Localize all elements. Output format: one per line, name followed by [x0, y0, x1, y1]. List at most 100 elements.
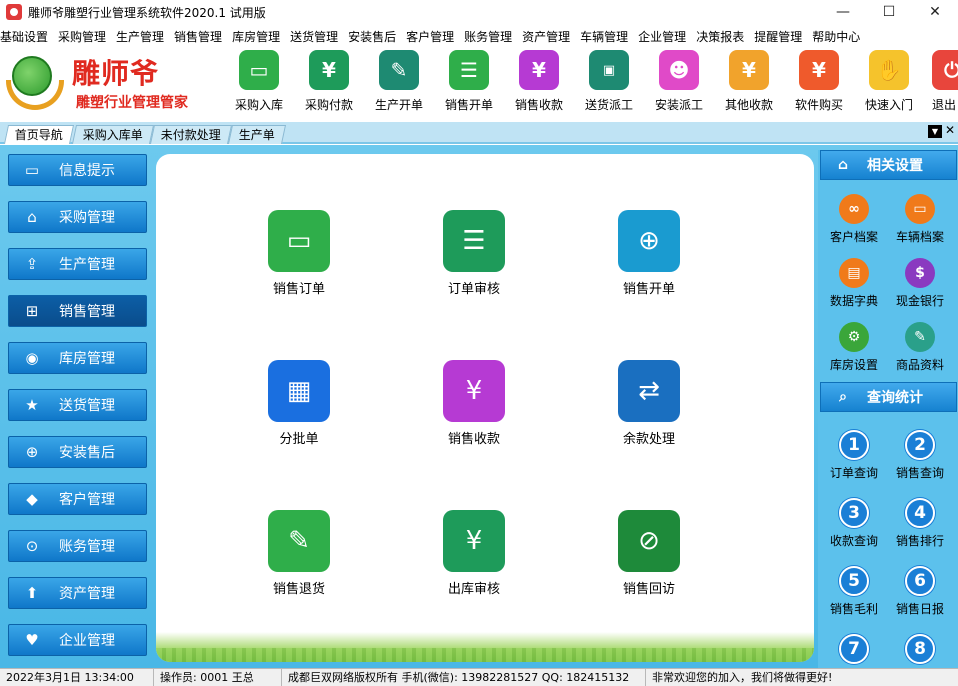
item-sales-followup[interactable]: ⊘ 销售回访 — [599, 510, 699, 597]
tab-home-navigation[interactable]: 首页导航 — [3, 125, 75, 144]
nav-sales[interactable]: ⊞ 销售管理 — [8, 295, 147, 327]
nav-label: 资产管理 — [59, 586, 115, 602]
menu-reminders[interactable]: 提醒管理 — [754, 28, 802, 45]
tag-icon: ◆ — [26, 490, 38, 508]
nav-purchase[interactable]: ⌂ 采购管理 — [8, 201, 147, 233]
tab-close-icon[interactable]: ✕ — [944, 124, 956, 137]
nav-accounts[interactable]: ⊙ 账务管理 — [8, 530, 147, 562]
menu-vehicles[interactable]: 车辆管理 — [580, 28, 628, 45]
toolbar-quick-start[interactable]: ✋ 快速入门 — [854, 50, 924, 116]
toolbar-purchase-payment[interactable]: ¥ 采购付款 — [294, 50, 364, 116]
toolbar-exit[interactable]: ⏻ 退出 — [918, 50, 958, 116]
tab-purchase-in-order[interactable]: 采购入库单 — [71, 125, 155, 144]
menu-installation[interactable]: 安装售后 — [348, 28, 396, 45]
menu-delivery[interactable]: 送货管理 — [290, 28, 338, 45]
item-sales-order[interactable]: ▭ 销售订单 — [249, 210, 349, 297]
grass-decoration — [156, 632, 814, 662]
menu-assets[interactable]: 资产管理 — [522, 28, 570, 45]
status-copyright: 成都巨双网络版权所有 手机(微信): 13982281527 QQ: 18241… — [282, 668, 646, 686]
toolbar-other-receipt[interactable]: ¥ 其他收款 — [714, 50, 784, 116]
clipboard-pen-icon: ✎ — [379, 50, 419, 90]
menu-reports[interactable]: 决策报表 — [696, 28, 744, 45]
number-6-icon: 6 — [905, 566, 935, 596]
setting-cash-bank[interactable]: $ 现金银行 — [888, 258, 952, 309]
nav-label: 送货管理 — [59, 398, 115, 414]
stat-label: 订单查询 — [829, 466, 878, 480]
stat-gross-profit[interactable]: 5 销售毛利 — [822, 566, 886, 617]
toolbar-sales-order[interactable]: ☰ 销售开单 — [434, 50, 504, 116]
menu-purchase[interactable]: 采购管理 — [58, 28, 106, 45]
menu-basic-settings[interactable]: 基础设置 — [0, 28, 48, 45]
item-order-review[interactable]: ☰ 订单审核 — [424, 210, 524, 297]
menu-accounts[interactable]: 账务管理 — [464, 28, 512, 45]
toolbar-buy-software[interactable]: ¥ 软件购买 — [784, 50, 854, 116]
tab-production-order[interactable]: 生产单 — [227, 125, 287, 144]
stat-item-8[interactable]: 8 — [888, 634, 952, 664]
nav-info[interactable]: ▭ 信息提示 — [8, 154, 147, 186]
home-navigation-panel: ▭ 销售订单 ☰ 订单审核 ⊕ 销售开单 ▦ 分批单 ¥ 销售收款 ⇄ 余款处理… — [156, 154, 814, 662]
nav-delivery[interactable]: ★ 送货管理 — [8, 389, 147, 421]
menu-enterprise[interactable]: 企业管理 — [638, 28, 686, 45]
window-controls: — ☐ ✕ — [820, 0, 958, 24]
tab-label: 生产单 — [238, 128, 275, 142]
minimize-button[interactable]: — — [820, 0, 866, 24]
toolbar-production-order[interactable]: ✎ 生产开单 — [364, 50, 434, 116]
status-message: 非常欢迎您的加入，我们将做得更好! — [652, 670, 833, 684]
receipt-yen-icon: ¥ — [443, 360, 505, 422]
stat-item-7[interactable]: 7 — [822, 634, 886, 664]
item-batch-order[interactable]: ▦ 分批单 — [249, 360, 349, 447]
setting-product-info[interactable]: ✎ 商品资料 — [888, 322, 952, 373]
nav-production[interactable]: ⇪ 生产管理 — [8, 248, 147, 280]
nav-customer[interactable]: ◆ 客户管理 — [8, 483, 147, 515]
stat-daily-report[interactable]: 6 销售日报 — [888, 566, 952, 617]
number-8-icon: 8 — [905, 634, 935, 664]
right-panel: ⌂ 相关设置 ∞ 客户档案 ▭ 车辆档案 ▤ 数据字典 $ 现金银行 ⚙ 库房设… — [818, 150, 958, 668]
stat-sales-query[interactable]: 2 销售查询 — [888, 430, 952, 481]
setting-vehicle-archive[interactable]: ▭ 车辆档案 — [888, 194, 952, 245]
nav-label: 销售管理 — [59, 304, 115, 320]
setting-data-dictionary[interactable]: ▤ 数据字典 — [822, 258, 886, 309]
hand-icon: ✋ — [869, 50, 909, 90]
menu-help[interactable]: 帮助中心 — [812, 28, 860, 45]
stat-sales-ranking[interactable]: 4 销售排行 — [888, 498, 952, 549]
toolbar-sales-receipt[interactable]: ¥ 销售收款 — [504, 50, 574, 116]
number-5-icon: 5 — [839, 566, 869, 596]
receipt-yen-icon: ¥ — [519, 50, 559, 90]
nav-assets[interactable]: ⬆ 资产管理 — [8, 577, 147, 609]
close-button[interactable]: ✕ — [912, 0, 958, 24]
toolbar-label: 安装派工 — [654, 98, 703, 112]
tab-unpaid-processing[interactable]: 未付款处理 — [149, 125, 233, 144]
setting-warehouse[interactable]: ⚙ 库房设置 — [822, 322, 886, 373]
stat-receipt-query[interactable]: 3 收款查询 — [822, 498, 886, 549]
tab-dropdown-icon[interactable]: ▼ — [928, 125, 942, 138]
item-balance-processing[interactable]: ⇄ 余款处理 — [599, 360, 699, 447]
item-sales-bill[interactable]: ⊕ 销售开单 — [599, 210, 699, 297]
nav-installation[interactable]: ⊕ 安装售后 — [8, 436, 147, 468]
star-icon: ★ — [25, 396, 39, 414]
maximize-button[interactable]: ☐ — [866, 0, 912, 24]
number-2-icon: 2 — [905, 430, 935, 460]
item-label: 销售收款 — [447, 432, 500, 447]
nav-enterprise[interactable]: ♥ 企业管理 — [8, 624, 147, 656]
status-datetime: 2022年3月1日 13:34:00 — [0, 668, 154, 686]
nav-label: 客户管理 — [59, 492, 115, 508]
menu-customer[interactable]: 客户管理 — [406, 28, 454, 45]
stat-order-query[interactable]: 1 订单查询 — [822, 430, 886, 481]
title-bar: 雕师爷雕塑行业管理系统软件2020.1 试用版 — ☐ ✕ — [0, 0, 958, 24]
menu-production[interactable]: 生产管理 — [116, 28, 164, 45]
item-sales-receipt[interactable]: ¥ 销售收款 — [424, 360, 524, 447]
item-outbound-review[interactable]: ¥ 出库审核 — [424, 510, 524, 597]
toolbar-delivery-dispatch[interactable]: ▣ 送货派工 — [574, 50, 644, 116]
toolbar-label: 其他收款 — [724, 98, 773, 112]
menu-warehouse[interactable]: 库房管理 — [232, 28, 280, 45]
home-icon: ⌂ — [837, 157, 849, 173]
toolbar-purchase-in[interactable]: ▭ 采购入库 — [224, 50, 294, 116]
item-sales-return[interactable]: ✎ 销售退货 — [249, 510, 349, 597]
settings-title: 相关设置 — [867, 158, 923, 174]
menu-bar: 基础设置 采购管理 生产管理 销售管理 库房管理 送货管理 安装售后 客户管理 … — [0, 26, 958, 46]
nav-warehouse[interactable]: ◉ 库房管理 — [8, 342, 147, 374]
setting-customer-archive[interactable]: ∞ 客户档案 — [822, 194, 886, 245]
toolbar-install-dispatch[interactable]: ☻ 安装派工 — [644, 50, 714, 116]
search-icon: ⌕ — [839, 389, 847, 405]
menu-sales[interactable]: 销售管理 — [174, 28, 222, 45]
